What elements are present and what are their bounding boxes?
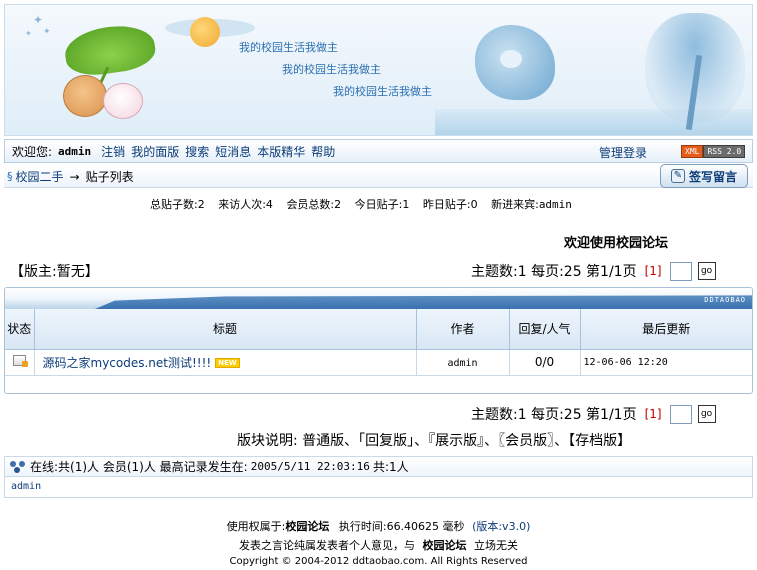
new-post-button[interactable]: ✎ 签写留言 xyxy=(660,164,748,188)
logout-link[interactable]: 注销 xyxy=(101,143,125,160)
topic-status-cell xyxy=(5,349,35,376)
my-panel-link[interactable]: 我的面版 xyxy=(131,143,179,160)
topic-author[interactable]: admin xyxy=(447,358,477,369)
online-summary-b: 共:1人 xyxy=(372,460,409,474)
wave-decoration xyxy=(95,295,752,309)
stat-yesterday-posts: 昨日贴子:0 xyxy=(422,198,478,211)
search-link[interactable]: 搜索 xyxy=(185,143,209,160)
cartoon-pig-pink xyxy=(103,83,143,119)
rss-feed-badge[interactable]: XML RSS 2.0 xyxy=(681,145,746,158)
pager-top: 主题数:1 每页:25 第1/1页 [1] go xyxy=(471,261,716,281)
current-username: admin xyxy=(58,144,92,158)
footer-copyright: Copyright © 2004-2012 ddtaobao.com. All … xyxy=(229,556,528,567)
footer-line-1: 使用权属于:校园论坛 执行时间:66.40625 毫秒 (版本:v3.0) xyxy=(0,518,757,534)
topic-last-update: 12-06-06 12:20 xyxy=(580,349,752,376)
star-icon: ✦ xyxy=(33,13,44,27)
rss-badge-label: RSS 2.0 xyxy=(703,145,746,158)
board-legend: 版块说明: 普通版、「回复版」、『展示版』、〖会员版〗、【存档版】 xyxy=(237,433,632,449)
users-icon xyxy=(10,460,26,474)
online-summary-a: 在线:共(1)人 会员(1)人 最高记录发生在: xyxy=(30,460,248,474)
breadcrumb-board-link[interactable]: 校园二手 xyxy=(16,168,64,185)
footer-disclaimer-a: 发表之言论纯属发表者个人意见，与 xyxy=(239,539,415,552)
breadcrumb-arrow-icon: → xyxy=(69,169,80,184)
page-go-button[interactable]: go xyxy=(697,262,716,280)
breadcrumb: § 校园二手 → 贴子列表 xyxy=(4,166,753,188)
star-icon: ✦ xyxy=(25,29,32,38)
page-link-1[interactable]: [1] xyxy=(645,264,662,278)
col-reply: 回复/人气 xyxy=(509,309,581,350)
star-icon: ✦ xyxy=(43,27,51,37)
welcome-label: 欢迎您: xyxy=(12,144,53,159)
breadcrumb-current-page: 贴子列表 xyxy=(85,170,134,184)
admin-login-link[interactable]: 管理登录 xyxy=(599,144,647,161)
topic-title-cell: 源码之家mycodes.net测试!!!! NEW xyxy=(34,349,417,376)
messages-link[interactable]: 短消息 xyxy=(215,143,251,160)
topic-author-cell: admin xyxy=(416,349,510,376)
moderator-label: 【版主:暂无】 xyxy=(10,264,99,280)
page-go-button[interactable]: go xyxy=(697,405,716,423)
stat-newest-member-label: 新进来宾: xyxy=(491,198,539,211)
help-link[interactable]: 帮助 xyxy=(311,143,335,160)
stat-newest-member[interactable]: admin xyxy=(539,198,572,211)
moon-decoration xyxy=(190,17,220,47)
pen-icon: ✎ xyxy=(670,169,685,183)
online-summary: 在线:共(1)人 会员(1)人 最高记录发生在: 2005/5/11 22:03… xyxy=(5,457,752,477)
stat-visitors: 来访人次:4 xyxy=(218,198,273,211)
pager-bottom: 主题数:1 每页:25 第1/1页 [1] go xyxy=(471,404,716,424)
banner-slogan: 我的校园生活我做主 xyxy=(333,85,432,98)
new-badge: NEW xyxy=(215,358,240,368)
new-post-label: 签写留言 xyxy=(688,169,737,184)
online-users-panel: 在线:共(1)人 会员(1)人 最高记录发生在: 2005/5/11 22:03… xyxy=(4,456,753,498)
col-title: 标题 xyxy=(34,309,417,350)
col-author: 作者 xyxy=(416,309,510,350)
page-jump-input[interactable] xyxy=(669,404,692,424)
online-record-time: 2005/5/11 22:03:16 xyxy=(250,460,370,473)
banner-slogan: 我的校园生活我做主 xyxy=(282,63,381,76)
footer-version: (版本:v3.0) xyxy=(472,520,531,533)
top-nav-bar: 欢迎您: admin 注销 我的面版 搜索 短消息 本版精华 帮助 管理登录 X… xyxy=(4,139,753,163)
footer-disclaimer-b: 立场无关 xyxy=(474,539,518,552)
pager-summary: 主题数:1 每页:25 第1/1页 xyxy=(471,407,637,423)
header-banner: ✦ ✦ ✦ 我的校园生活我做主 我的校园生活我做主 我的校园生活我做主 xyxy=(4,4,753,136)
page-link-1[interactable]: [1] xyxy=(645,407,662,421)
board-digest-link[interactable]: 本版精华 xyxy=(257,143,305,160)
stat-members: 会员总数:2 xyxy=(286,198,342,211)
footer-line-2: 发表之言论纯属发表者个人意见，与 校园论坛 立场无关 xyxy=(0,537,757,553)
topic-table: DDTAOBAO 状态 标题 作者 回复/人气 最后更新 源码之家mycodes… xyxy=(4,287,753,394)
topic-folder-icon[interactable] xyxy=(12,355,28,367)
table-row: 源码之家mycodes.net测试!!!! NEW admin 0/0 12-06… xyxy=(5,349,752,376)
stat-total-posts: 总贴子数:2 xyxy=(150,198,205,211)
lotus-leaf-decoration xyxy=(62,20,158,80)
col-status: 状态 xyxy=(5,309,35,350)
topic-reply-count: 0/0 xyxy=(509,349,581,376)
col-last-update: 最后更新 xyxy=(580,309,752,350)
footer-exec-time: 执行时间:66.40625 毫秒 xyxy=(338,520,465,533)
online-user-list[interactable]: admin xyxy=(5,477,752,496)
footer-forum-name-2: 校园论坛 xyxy=(422,539,467,552)
table-brand: DDTAOBAO xyxy=(704,296,746,304)
topic-title-link[interactable]: 源码之家mycodes.net测试!!!! xyxy=(43,356,212,370)
board-stats: 总贴子数:2 来访人次:4 会员总数:2 今日贴子:1 昨日贴子:0 新进来宾:… xyxy=(150,196,582,212)
forum-welcome-title: 欢迎使用校园论坛 xyxy=(564,236,669,251)
cartoon-pig-brown xyxy=(63,75,107,117)
banner-slogan: 我的校园生活我做主 xyxy=(239,41,338,54)
footer-forum-name: 校园论坛 xyxy=(285,520,330,533)
xml-badge-label: XML xyxy=(681,145,704,158)
stat-today-posts: 今日贴子:1 xyxy=(354,198,410,211)
table-header-bar: DDTAOBAO xyxy=(5,288,752,309)
page-jump-input[interactable] xyxy=(669,261,692,281)
rock-hole-decoration xyxy=(500,50,522,68)
footer-rights-label: 使用权属于: xyxy=(226,520,286,533)
pager-summary: 主题数:1 每页:25 第1/1页 xyxy=(471,264,637,280)
section-icon: § xyxy=(7,170,13,183)
